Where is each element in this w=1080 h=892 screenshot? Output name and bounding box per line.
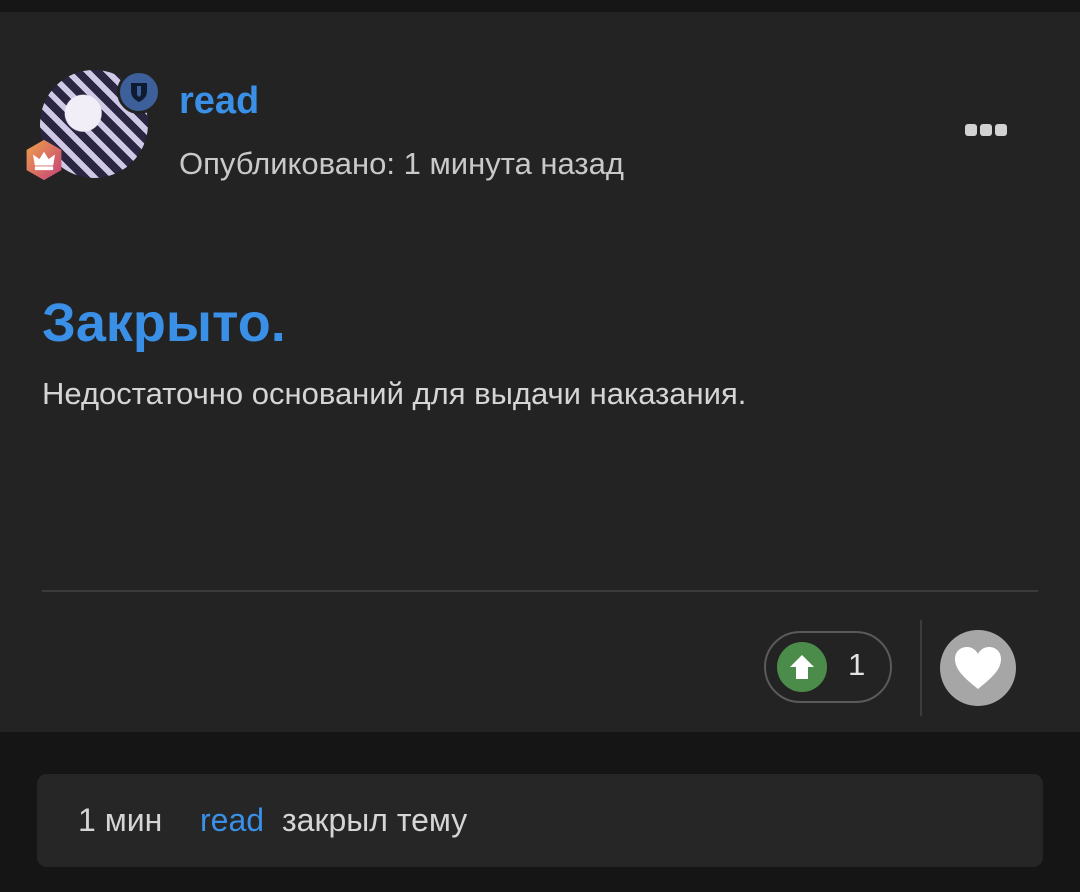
event-action: закрыл тему <box>282 802 468 838</box>
event-log-item: 1 мин read закрыл тему <box>37 774 1043 867</box>
divider <box>42 590 1038 592</box>
event-user-link[interactable]: read <box>200 802 264 839</box>
crown-icon <box>22 138 66 182</box>
post-title: Закрыто. <box>42 293 286 353</box>
published-time: Опубликовано: 1 минута назад <box>179 146 624 181</box>
more-dot <box>995 124 1007 136</box>
more-options-button[interactable] <box>958 116 1014 144</box>
username-link[interactable]: read <box>179 80 259 123</box>
vertical-divider <box>920 620 922 716</box>
upvote-count: 1 <box>848 647 866 682</box>
arrow-up-icon <box>777 642 827 692</box>
like-button[interactable] <box>940 630 1016 706</box>
post-body: Недостаточно оснований для выдачи наказа… <box>42 376 747 411</box>
top-bar <box>0 0 1080 12</box>
shield-icon <box>117 70 161 114</box>
heart-icon <box>955 647 1001 689</box>
post-card: read Опубликовано: 1 минута назад Закрыт… <box>0 12 1080 732</box>
avatar-group[interactable] <box>22 70 167 192</box>
upvote-button[interactable]: 1 <box>764 631 892 703</box>
event-time: 1 мин <box>78 802 163 838</box>
more-dot <box>965 124 977 136</box>
more-dot <box>980 124 992 136</box>
